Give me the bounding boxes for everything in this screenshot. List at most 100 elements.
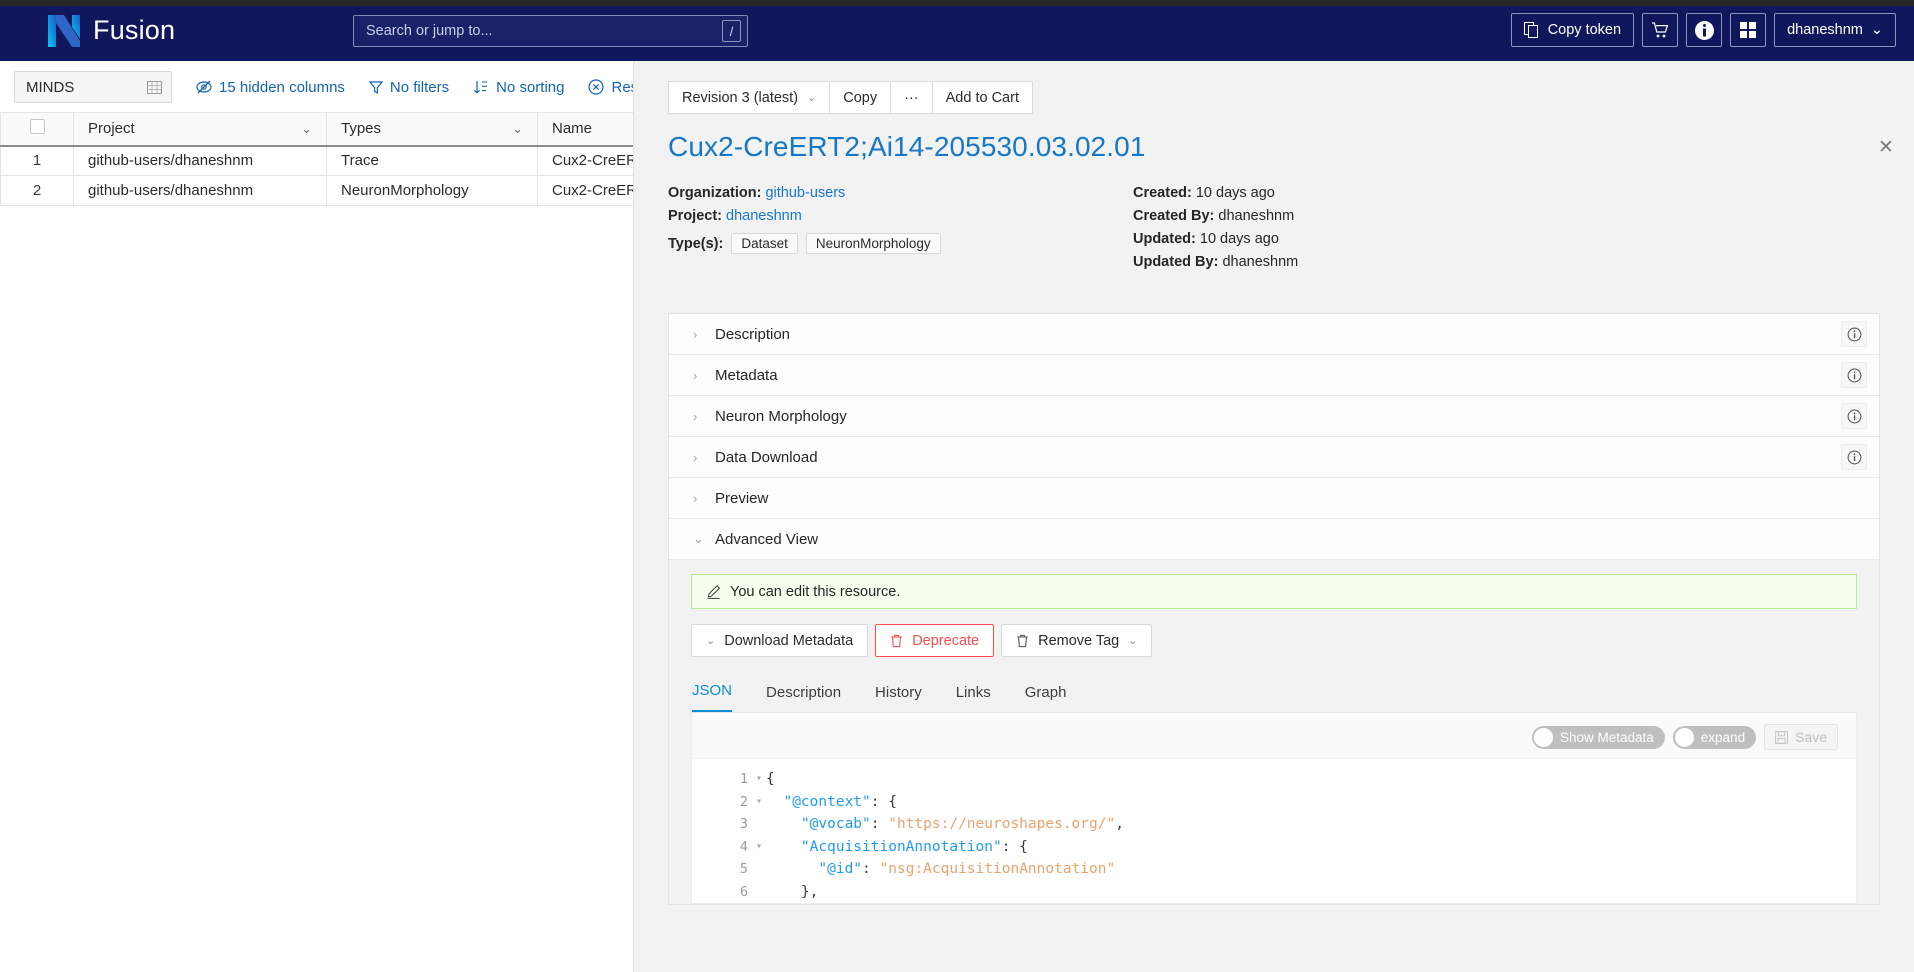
info-button[interactable] <box>1686 13 1723 47</box>
project-label: Project: <box>668 208 722 224</box>
remove-tag-button[interactable]: Remove Tag ⌄ <box>1001 624 1153 657</box>
sorting-label: No sorting <box>496 78 565 96</box>
section-info-button[interactable] <box>1841 362 1867 388</box>
topbar-actions: Copy token dhaneshnm ⌄ <box>1510 13 1896 47</box>
show-metadata-toggle[interactable]: Show Metadata <box>1531 725 1665 749</box>
tab-json[interactable]: JSON <box>692 678 733 712</box>
chevron-down-icon: ⌄ <box>807 92 817 104</box>
fold-triangle-icon[interactable]: ▾ <box>752 791 766 814</box>
select-all-checkbox[interactable] <box>29 119 45 135</box>
revision-select-button[interactable]: Revision 3 (latest) ⌄ <box>668 81 831 114</box>
chevron-down-icon: ⌄ <box>693 531 704 546</box>
organization-row: Organization: github-users <box>668 182 1133 204</box>
save-floppy-icon <box>1775 730 1788 744</box>
info-circle-icon <box>1847 327 1861 341</box>
row-types: NeuronMorphology <box>326 175 538 206</box>
copy-button[interactable]: Copy <box>829 81 892 114</box>
line-number: 2 <box>739 793 748 810</box>
organization-link[interactable]: github-users <box>765 185 845 201</box>
tab-graph[interactable]: Graph <box>1025 680 1067 712</box>
save-button[interactable]: Save <box>1764 724 1838 750</box>
line-number: 3 <box>739 816 748 832</box>
deprecate-button[interactable]: Deprecate <box>875 624 995 657</box>
json-viewer-toolbar: Show Metadata expand Save <box>692 713 1856 758</box>
advanced-action-buttons: ⌄ Download Metadata Deprecate Remove Tag… <box>691 624 1857 657</box>
row-types: Trace <box>326 145 538 176</box>
search-shortcut-key: / <box>722 20 741 42</box>
accordion-item-neuron-morphology[interactable]: › Neuron Morphology <box>669 396 1879 437</box>
accordion-item-metadata[interactable]: › Metadata <box>669 355 1879 396</box>
expand-toggle[interactable]: expand <box>1672 725 1757 749</box>
accordion-label: Preview <box>715 489 769 507</box>
tab-description[interactable]: Description <box>766 680 841 712</box>
json-code-line: 4 ▾ "AcquisitionAnnotation": { <box>692 836 1856 859</box>
copy-token-button[interactable]: Copy token <box>1510 13 1635 47</box>
hidden-columns-button[interactable]: 15 hidden columns <box>196 79 345 96</box>
json-viewer-panel: Show Metadata expand Save 1 ▾ {2 ▾ "@co… <box>691 713 1857 904</box>
created-value: 10 days ago <box>1195 185 1275 201</box>
project-link[interactable]: dhaneshnm <box>726 208 802 224</box>
app-root: Fusion Search or jump to... / Copy token <box>0 0 1914 972</box>
cart-icon <box>1652 21 1669 37</box>
section-info-button[interactable] <box>1841 321 1867 347</box>
advanced-view-body: You can edit this resource. ⌄ Download M… <box>669 560 1879 904</box>
expand-label: expand <box>1700 729 1746 745</box>
accordion-item-data-download[interactable]: › Data Download <box>669 437 1879 478</box>
updated-by-value: dhaneshnm <box>1222 254 1299 270</box>
section-info-button[interactable] <box>1841 444 1867 470</box>
brand[interactable]: Fusion <box>48 13 175 49</box>
copy-icon <box>1523 21 1538 38</box>
info-circle-icon <box>1847 368 1861 382</box>
sorting-button[interactable]: No sorting <box>473 79 564 96</box>
view-select-minds[interactable]: MINDS <box>14 71 172 103</box>
json-code-text: "@context": { <box>783 793 897 810</box>
accordion-label: Metadata <box>715 366 778 384</box>
tab-links[interactable]: Links <box>956 680 991 712</box>
accordion-label: Advanced View <box>715 530 819 548</box>
json-code-line: 6 }, <box>692 881 1856 904</box>
created-label: Created: <box>1133 185 1192 201</box>
save-label: Save <box>1795 729 1827 745</box>
filters-button[interactable]: No filters <box>368 79 449 96</box>
chevron-down-icon: ⌄ <box>1870 22 1883 38</box>
project-row: Project: dhaneshnm <box>668 205 1133 227</box>
user-menu-label: dhaneshnm <box>1787 22 1863 38</box>
add-to-cart-button[interactable]: Add to Cart <box>931 81 1033 114</box>
line-number: 5 <box>739 861 748 877</box>
more-actions-button[interactable]: ··· <box>890 81 933 114</box>
line-number: 1 <box>739 771 748 787</box>
table-header-types[interactable]: Types ⌄ <box>326 112 538 147</box>
table-header-select-all[interactable] <box>0 112 74 147</box>
user-menu-button[interactable]: dhaneshnm ⌄ <box>1774 13 1896 47</box>
fold-triangle-icon[interactable]: ▾ <box>752 768 766 791</box>
apps-button[interactable] <box>1730 13 1767 47</box>
close-panel-button[interactable]: ✕ <box>1872 133 1900 161</box>
json-code-line: 5 "@id": "nsg:AcquisitionAnnotation" <box>692 858 1856 881</box>
download-metadata-button[interactable]: ⌄ Download Metadata <box>691 624 869 657</box>
types-row: Type(s): Dataset NeuronMorphology <box>668 233 1133 254</box>
json-code-line: 1 ▾{ <box>692 768 1856 791</box>
type-tag-neuronmorphology: NeuronMorphology <box>805 233 941 254</box>
global-search[interactable]: Search or jump to... / <box>353 15 748 47</box>
chevron-right-icon: › <box>693 449 698 465</box>
cart-button[interactable] <box>1642 13 1679 47</box>
tab-history[interactable]: History <box>875 680 922 712</box>
accordion-label: Description <box>715 325 791 343</box>
fold-triangle-icon[interactable]: ▾ <box>752 836 766 859</box>
updated-by-row: Updated By: dhaneshnm <box>1133 251 1298 273</box>
resource-metadata: Organization: github-users Project: dhan… <box>668 182 1880 274</box>
chevron-down-icon[interactable]: ⌄ <box>301 122 312 135</box>
table-header-project[interactable]: Project ⌄ <box>73 112 327 147</box>
types-label: Type(s): <box>668 235 724 252</box>
chevron-down-icon[interactable]: ⌄ <box>512 122 523 135</box>
nexus-n-logo-icon <box>48 14 80 47</box>
search-input-placeholder[interactable]: Search or jump to... <box>366 23 722 39</box>
accordion-item-description[interactable]: › Description <box>669 314 1879 355</box>
section-info-button[interactable] <box>1841 403 1867 429</box>
resource-action-bar: Revision 3 (latest) ⌄ Copy ··· Add to Ca… <box>668 81 1880 114</box>
accordion-item-advanced-view[interactable]: ⌄ Advanced View <box>669 519 1879 560</box>
accordion-item-preview[interactable]: › Preview <box>669 478 1879 519</box>
created-row: Created: 10 days ago <box>1133 182 1298 204</box>
json-code-view[interactable]: 1 ▾{2 ▾ "@context": {3 "@vocab": "https://… <box>692 758 1856 903</box>
